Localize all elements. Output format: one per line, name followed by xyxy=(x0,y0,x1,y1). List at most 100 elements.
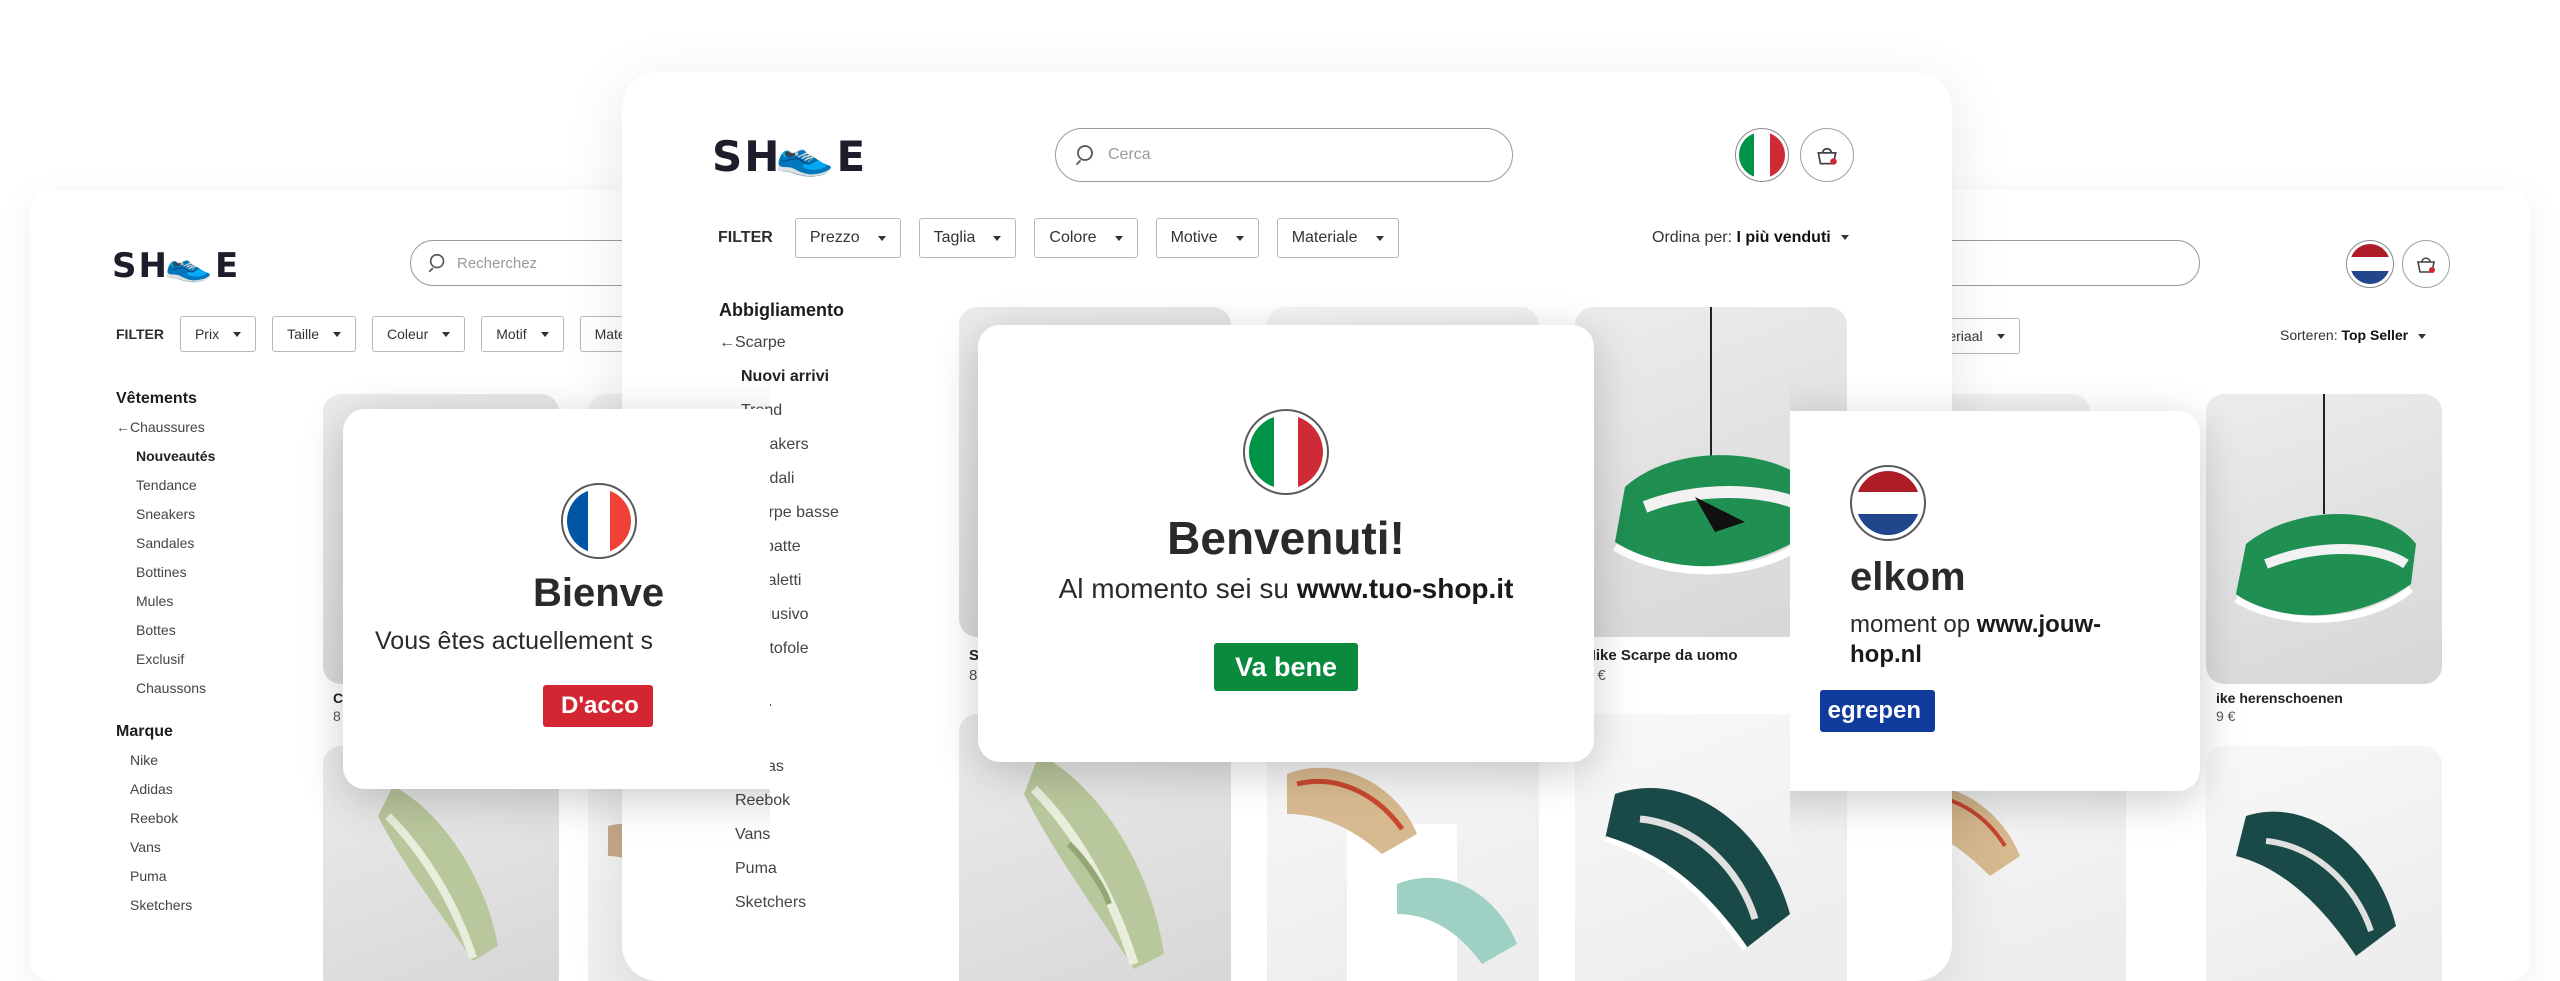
sidebar-back-label: Chaussures xyxy=(130,419,205,435)
popup-title: Benvenuti! xyxy=(1167,512,1405,564)
sidebar-item-mules[interactable]: Mules xyxy=(116,593,215,622)
sidebar-brand-reebok[interactable]: Reebok xyxy=(116,810,215,839)
popup-text-prefix: Al momento sei su xyxy=(1058,573,1297,604)
popup-domain: www.jouw- xyxy=(1976,611,2102,638)
sidebar-brand-title: Marque xyxy=(116,723,173,740)
cart-button[interactable] xyxy=(2402,240,2450,288)
filter-chip-label: Motive xyxy=(1170,229,1218,246)
filter-bar: FILTER Prezzo Taglia Colore Motive Mater… xyxy=(718,218,1399,258)
popup-text-line2: hop.nl xyxy=(1850,641,2200,669)
sidebar-brand-puma[interactable]: Puma xyxy=(719,860,844,894)
search-icon xyxy=(428,253,445,273)
shoe-logo[interactable]: SH 👟 E xyxy=(112,246,240,286)
popup-text: moment op www.jouw- xyxy=(1850,611,2200,639)
filter-chip-label: Taille xyxy=(287,326,319,342)
popup-confirm-button[interactable]: D'acco xyxy=(543,685,653,727)
sidebar-item-bottes[interactable]: Bottes xyxy=(116,622,215,651)
sidebar-brand-sketchers[interactable]: Sketchers xyxy=(116,897,215,926)
popup-confirm-button[interactable]: egrepen xyxy=(1820,690,1935,732)
sidebar-back-item[interactable]: ←Chaussures xyxy=(116,419,215,448)
popup-text: Vous êtes actuellement s xyxy=(375,627,653,655)
sidebar-category-title[interactable]: Abbigliamento xyxy=(719,300,844,334)
welcome-popup-it: Benvenuti! Al momento sei su www.tuo-sho… xyxy=(978,325,1594,762)
sneaker-photo xyxy=(2234,394,2416,623)
filter-color-dropdown[interactable]: Coleur xyxy=(372,316,466,352)
logo-text-left: SH xyxy=(112,246,169,286)
language-flag-button[interactable] xyxy=(2346,240,2394,288)
sidebar-brand-vans[interactable]: Vans xyxy=(719,826,844,860)
sidebar-brand-nike[interactable]: Nike xyxy=(116,752,215,781)
filter-chip-label: Colore xyxy=(1049,229,1097,246)
filter-size-dropdown[interactable]: Taglia xyxy=(918,218,1017,258)
flag-shape xyxy=(567,489,631,553)
sneaker-photo xyxy=(2236,811,2396,956)
sort-dropdown[interactable]: Sorteren: Top Seller xyxy=(2280,327,2427,343)
sidebar-item-tendance[interactable]: Tendance xyxy=(116,477,215,506)
netherlands-flag-icon xyxy=(1850,465,1926,541)
product-name[interactable]: C xyxy=(333,690,343,706)
sidebar-item-exclusif[interactable]: Exclusif xyxy=(116,651,215,680)
filter-material-dropdown[interactable]: Materiale xyxy=(1276,218,1399,258)
filter-pattern-dropdown[interactable]: Motive xyxy=(1155,218,1259,258)
language-flag-button[interactable] xyxy=(1735,128,1789,182)
filter-chip-label: Materiale xyxy=(1291,229,1358,246)
shoe-logo[interactable]: SH 👟 E xyxy=(712,132,867,181)
chevron-down-icon xyxy=(1114,235,1123,241)
sidebar-item-chaussons[interactable]: Chaussons xyxy=(116,680,215,709)
shoe-logo-icon: 👟 xyxy=(161,248,223,284)
sidebar-brand-reebok[interactable]: Reebok xyxy=(719,792,844,826)
chevron-down-icon xyxy=(1996,333,2005,339)
search-input[interactable]: Cerca xyxy=(1055,128,1513,182)
sidebar-item-nuovi-arrivi[interactable]: Nuovi arrivi xyxy=(719,368,844,402)
shop-window-it: SH 👟 E Cerca FILTER Prezzo Taglia Colore M… xyxy=(622,72,1952,981)
sidebar-item-sandales[interactable]: Sandales xyxy=(116,535,215,564)
sort-dropdown[interactable]: Ordina per: I più venduti xyxy=(1652,229,1849,247)
popup-domain-line2: hop.nl xyxy=(1850,641,1922,668)
popup-confirm-button[interactable]: Va bene xyxy=(1214,643,1358,691)
product-name[interactable]: Nike Scarpe da uomo xyxy=(1585,647,1738,664)
search-icon xyxy=(1076,145,1093,165)
sidebar-item-sneakers[interactable]: Sneakers xyxy=(116,506,215,535)
filter-price-dropdown[interactable]: Prix xyxy=(179,316,257,352)
sidebar-item-nouveautes[interactable]: Nouveautés xyxy=(116,448,215,477)
sidebar-item-bottines[interactable]: Bottines xyxy=(116,564,215,593)
welcome-popup-nl: elkom moment op www.jouw- hop.nl egrepen xyxy=(1790,411,2200,791)
product-name[interactable]: ike herenschoenen xyxy=(2216,690,2343,706)
product-price: 8 xyxy=(333,708,341,724)
category-sidebar: Vêtements ←Chaussures Nouveautés Tendanc… xyxy=(116,390,215,926)
chevron-down-icon xyxy=(877,235,886,241)
chevron-down-icon xyxy=(1840,235,1849,241)
filter-price-dropdown[interactable]: Prezzo xyxy=(794,218,901,258)
filter-pattern-dropdown[interactable]: Motif xyxy=(481,316,564,352)
sidebar-brand-adidas[interactable]: Adidas xyxy=(116,781,215,810)
popup-domain: www.tuo-shop.it xyxy=(1296,573,1514,604)
arrow-left-icon: ← xyxy=(116,419,130,435)
cart-button[interactable] xyxy=(1800,128,1854,182)
product-image[interactable] xyxy=(2206,746,2442,981)
sidebar-brand-puma[interactable]: Puma xyxy=(116,868,215,897)
sidebar-category-title[interactable]: Vêtements xyxy=(116,390,215,419)
flag-shape xyxy=(1249,415,1323,489)
chevron-down-icon xyxy=(1235,235,1244,241)
filter-chip-label: Motif xyxy=(496,326,527,342)
chevron-down-icon xyxy=(993,235,1002,241)
sidebar-brand-sketchers[interactable]: Sketchers xyxy=(719,894,844,928)
chevron-down-icon xyxy=(1375,235,1384,241)
product-price: 8 xyxy=(969,667,978,684)
welcome-popup-fr: Bienve Vous êtes actuellement s D'acco xyxy=(343,409,770,789)
sidebar-brand-vans[interactable]: Vans xyxy=(116,839,215,868)
popup-title: elkom xyxy=(1850,555,1966,599)
chevron-down-icon xyxy=(540,331,549,337)
popup-text: Al momento sei su www.tuo-shop.it xyxy=(978,573,1594,605)
sidebar-back-item[interactable]: ←Scarpe xyxy=(719,334,844,368)
netherlands-flag-icon xyxy=(2350,244,2390,284)
filter-color-dropdown[interactable]: Colore xyxy=(1034,218,1138,258)
filter-size-dropdown[interactable]: Taille xyxy=(272,316,356,352)
filter-chip-label: Taglia xyxy=(933,229,976,246)
sort-label: Ordina per: xyxy=(1652,229,1733,246)
search-placeholder: Recherchez xyxy=(457,254,538,272)
chevron-down-icon xyxy=(333,331,341,337)
product-image[interactable] xyxy=(2206,394,2442,684)
sort-label: Sorteren: xyxy=(2280,327,2338,343)
filter-chip-label: Prix xyxy=(194,326,220,342)
